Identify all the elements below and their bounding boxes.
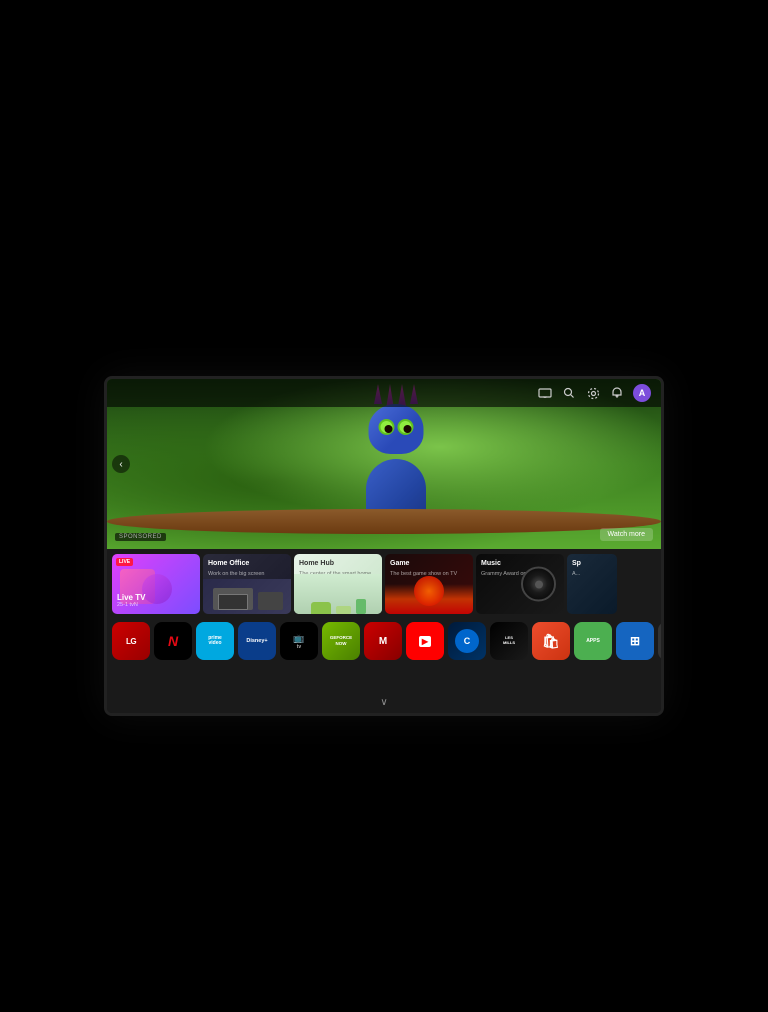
app-shopee-icon: 🛍 — [542, 633, 560, 650]
hero-sponsored-label: SPONSORED — [115, 533, 166, 541]
watch-more-button[interactable]: Watch more — [600, 528, 653, 541]
category-card-sp[interactable]: Sp A... — [567, 554, 617, 614]
app-apps[interactable]: APPS — [574, 622, 612, 660]
app-concur[interactable]: C — [448, 622, 486, 660]
live-badge: LIVE — [116, 558, 133, 566]
search-icon[interactable] — [561, 385, 577, 401]
live-tv-text: Live TV 25-1 tvN — [117, 593, 145, 608]
tv-screen: A — [104, 376, 664, 716]
settings-icon[interactable] — [585, 385, 601, 401]
category-card-live-tv[interactable]: LIVE Live TV 25-1 tvN — [112, 554, 200, 614]
sp-sublabel: A... — [572, 571, 580, 577]
app-disney-label: Disney+ — [246, 638, 267, 644]
app-netflix[interactable]: N — [154, 622, 192, 660]
app-apple-label: 📺 tv — [293, 633, 304, 650]
scroll-chevron-icon: ∨ — [380, 697, 387, 708]
app-lesmills[interactable]: LESMILLS — [490, 622, 528, 660]
hero-nav-left[interactable]: ‹ — [112, 455, 130, 473]
app-youtube[interactable]: ▶ — [406, 622, 444, 660]
sp-label: Sp — [572, 559, 581, 568]
app-prime-label: prime video — [208, 636, 222, 647]
home-office-label: Home Office — [208, 559, 249, 568]
top-bar: A — [107, 379, 661, 407]
home-office-sublabel: Work on the big screen — [208, 571, 264, 577]
screen-icon[interactable] — [537, 385, 553, 401]
app-mcafee[interactable]: M — [364, 622, 402, 660]
app-lg[interactable]: LG — [112, 622, 150, 660]
app-extra[interactable]: ▶ — [658, 622, 661, 660]
category-card-game[interactable]: Game The best game show on TV — [385, 554, 473, 614]
app-shopee[interactable]: 🛍 — [532, 622, 570, 660]
category-card-music[interactable]: Music Grammy Award on TV — [476, 554, 564, 614]
scroll-indicator: ∨ — [380, 697, 387, 708]
avatar[interactable]: A — [633, 384, 651, 402]
content-area: LIVE Live TV 25-1 tvN Home Office Work o… — [107, 549, 661, 713]
app-apple-tv[interactable]: 📺 tv — [280, 622, 318, 660]
app-multi-label: ⊞ — [630, 634, 640, 648]
category-card-home-hub[interactable]: Home Hub The center of the smart home — [294, 554, 382, 614]
app-concur-icon: C — [455, 629, 479, 653]
app-netflix-label: N — [168, 633, 178, 649]
apps-row: LG N prime video Disney+ 📺 t — [107, 617, 661, 667]
category-row: LIVE Live TV 25-1 tvN Home Office Work o… — [107, 549, 661, 617]
app-lg-label: LG — [126, 637, 136, 646]
app-disney-plus[interactable]: Disney+ — [238, 622, 276, 660]
app-mcafee-label: M — [379, 636, 387, 647]
app-youtube-label: ▶ — [419, 636, 431, 647]
category-card-home-office[interactable]: Home Office Work on the big screen — [203, 554, 291, 614]
app-multi-view[interactable]: ⊞ — [616, 622, 654, 660]
home-hub-label: Home Hub — [299, 559, 334, 568]
app-apps-label: APPS — [586, 638, 600, 644]
music-vinyl — [521, 567, 556, 602]
app-geforce-label: GEFORCENOW — [330, 635, 352, 647]
game-label: Game — [390, 559, 409, 568]
office-room-image — [203, 579, 291, 614]
notification-icon[interactable] — [609, 385, 625, 401]
app-prime-video[interactable]: prime video — [196, 622, 234, 660]
hero-log — [107, 509, 661, 534]
app-geforce-now[interactable]: GEFORCENOW — [322, 622, 360, 660]
app-lesmills-label: LESMILLS — [503, 636, 515, 646]
music-label: Music — [481, 559, 501, 568]
hub-room-image — [294, 574, 382, 614]
